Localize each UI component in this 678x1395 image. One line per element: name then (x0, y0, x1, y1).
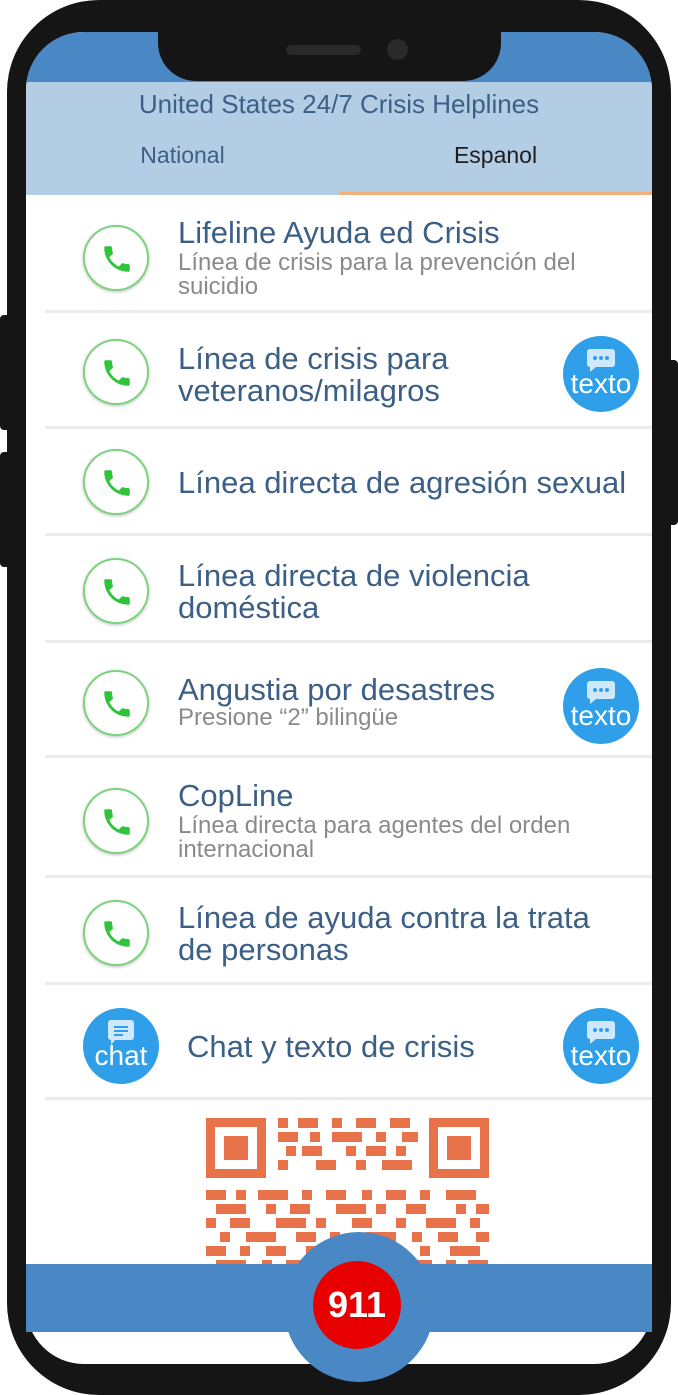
list-item[interactable]: Línea directa de agresión sexual (45, 429, 652, 536)
texto-label: texto (570, 368, 632, 399)
tab-espanol[interactable]: Espanol (339, 142, 652, 169)
helpline-title: Línea de crisis para veteranos/milagros (178, 341, 449, 408)
helpline-title: Lifeline Ayuda ed Crisis (178, 215, 500, 250)
phone-glyph (104, 246, 130, 272)
phone-glyph (104, 809, 130, 835)
helpline-subtitle: Línea directa para agentes del orden int… (178, 812, 571, 863)
page-title: United States 24/7 Crisis Helplines (138, 89, 540, 119)
phone-glyph (104, 921, 130, 947)
tab-national[interactable]: National (26, 142, 339, 169)
emergency-911-button[interactable]: 911 (313, 1261, 401, 1349)
helpline-title: Línea directa de agresión sexual (178, 465, 627, 500)
phone-glyph (104, 691, 130, 717)
volume-down-button (0, 452, 12, 567)
speaker-grille (286, 45, 361, 55)
list-item[interactable]: Línea de ayuda contra la trata de person… (45, 878, 652, 985)
phone-glyph (104, 360, 130, 386)
texto-button[interactable]: texto (563, 336, 639, 412)
list-item[interactable]: chat Chat y texto de crisis texto (45, 985, 652, 1100)
phone-icon[interactable] (83, 788, 149, 854)
list-item[interactable]: Angustia por desastres Presione “2” bili… (45, 643, 652, 758)
texto-button[interactable]: texto (563, 1008, 639, 1084)
helpline-subtitle: Presione “2” bilingüe (178, 704, 399, 731)
chat-button[interactable]: chat (83, 1008, 159, 1084)
phone-icon[interactable] (83, 225, 149, 291)
texto-button[interactable]: texto (563, 668, 639, 744)
phone-icon[interactable] (83, 670, 149, 736)
phone-notch (158, 31, 501, 81)
list-item[interactable]: Línea directa de violencia doméstica (45, 536, 652, 643)
helpline-title: Chat y texto de crisis (187, 1029, 475, 1064)
phone-icon[interactable] (83, 900, 149, 966)
chat-label: chat (94, 1040, 148, 1071)
texto-label: texto (570, 700, 632, 731)
power-button (666, 360, 678, 525)
helpline-title: Línea directa de violencia doméstica (178, 558, 530, 625)
phone-icon[interactable] (83, 449, 149, 515)
front-camera (387, 39, 408, 60)
helpline-title: Línea de ayuda contra la trata de person… (178, 900, 590, 967)
phone-icon[interactable] (83, 558, 149, 624)
helpline-title: CopLine (178, 778, 294, 813)
texto-label: texto (570, 1040, 632, 1071)
list-item[interactable]: Línea de crisis para veteranos/milagros … (45, 313, 652, 429)
list-item[interactable]: CopLine Línea directa para agentes del o… (45, 758, 652, 878)
helpline-subtitle: Línea de crisis para la prevención del s… (178, 249, 576, 300)
phone-icon[interactable] (83, 339, 149, 405)
phone-glyph (104, 579, 130, 605)
helpline-title: Angustia por desastres (178, 672, 496, 707)
phone-glyph (104, 470, 130, 496)
volume-up-button (0, 315, 12, 430)
list-item[interactable]: Lifeline Ayuda ed Crisis Línea de crisis… (45, 195, 652, 313)
